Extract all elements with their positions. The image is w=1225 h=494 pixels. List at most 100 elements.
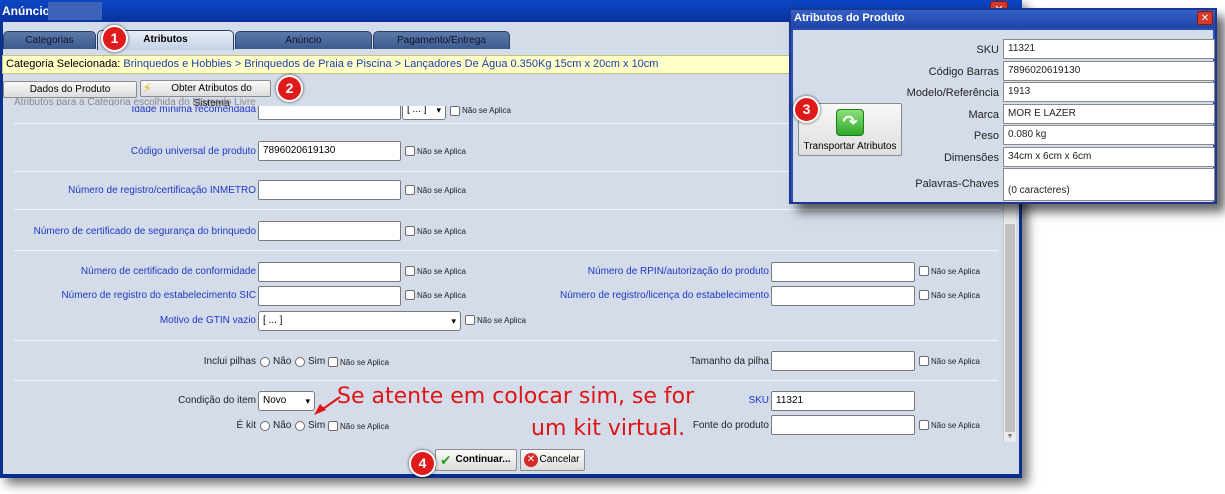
popup-palavras-input[interactable]: (0 caracteres) — [1003, 168, 1215, 201]
popup-palavras-label: Palavras-Chaves — [915, 178, 999, 190]
pilhas-label: Inclui pilhas — [203, 356, 256, 367]
licenca-na-checkbox[interactable] — [919, 290, 929, 300]
tab-pagamento[interactable]: Pagamento/Entrega — [373, 31, 510, 49]
condicao-label: Condição do item — [178, 395, 256, 406]
popup-marca-input[interactable]: MOR E LAZER — [1003, 104, 1215, 124]
close-icon[interactable]: ✕ — [1197, 11, 1213, 25]
pilhas-nao-label: Não — [273, 356, 292, 367]
obter-atributos-button[interactable]: ⚡ Obter Atributos do Sistema — [140, 80, 271, 109]
fonte-na-checkbox[interactable] — [919, 420, 929, 430]
chevron-down-icon: ▾ — [436, 106, 441, 115]
conformidade-label: Número de certificado de conformidade — [80, 266, 256, 277]
sku-input[interactable]: 11321 — [771, 391, 915, 411]
popup-peso-input[interactable]: 0.080 kg — [1003, 125, 1215, 145]
divider — [14, 380, 998, 381]
inmetro-label: Número de registro/certificação INMETRO — [68, 185, 256, 196]
popup-modelo-label: Modelo/Referência — [906, 87, 999, 99]
fonte-label: Fonte do produto — [692, 420, 769, 431]
na-label: Não se Aplica — [340, 422, 389, 431]
na-label: Não se Aplica — [417, 186, 466, 195]
tamanho-pilha-input[interactable] — [771, 351, 915, 371]
category-path[interactable]: Brinquedos e Hobbies > Brinquedos de Pra… — [123, 58, 658, 70]
annotation-line1: Se atente em colocar sim, se for — [337, 384, 695, 409]
licenca-input[interactable] — [771, 286, 915, 306]
popup-peso-label: Peso — [973, 130, 999, 142]
window-title: Anúncio: — [2, 4, 54, 18]
gtin-na-checkbox[interactable] — [465, 315, 475, 325]
step-badge-1: 1 — [101, 25, 128, 52]
tamanho-pilha-na-checkbox[interactable] — [919, 356, 929, 366]
popup-sku-input[interactable]: 11321 — [1003, 39, 1215, 59]
seguranca-na-checkbox[interactable] — [405, 226, 415, 236]
transportar-label: Transportar Atributos — [803, 141, 897, 152]
cancel-icon: ✕ — [524, 453, 538, 467]
pilhas-sim-radio[interactable] — [295, 357, 305, 367]
atributos-popup: Atributos do Produto ✕ SKU 11321 Código … — [789, 8, 1217, 204]
kit-nao-radio[interactable] — [260, 421, 270, 431]
popup-sku-label: SKU — [976, 44, 999, 56]
popup-dimensoes-label: Dimensões — [943, 152, 999, 164]
popup-dimensoes-input[interactable]: 34cm x 6cm x 6cm — [1003, 147, 1215, 167]
category-prefix: Categoria Selecionada: — [6, 58, 121, 70]
inmetro-input[interactable] — [258, 180, 401, 200]
na-label: Não se Aplica — [931, 357, 980, 366]
scroll-thumb[interactable] — [1005, 224, 1015, 432]
divider — [14, 250, 998, 251]
popup-modelo-input[interactable]: 1913 — [1003, 82, 1215, 102]
codigo-universal-input[interactable]: 7896020619130 — [258, 141, 401, 161]
fonte-input[interactable] — [771, 415, 915, 435]
popup-marca-label: Marca — [968, 109, 999, 121]
na-label: Não se Aplica — [417, 147, 466, 156]
transport-arrow-icon: ↷ — [836, 109, 864, 136]
kit-sim-label: Sim — [308, 420, 326, 431]
pilhas-na-checkbox[interactable] — [328, 357, 338, 367]
rpin-na-checkbox[interactable] — [919, 266, 929, 276]
na-label: Não se Aplica — [340, 358, 389, 367]
chevron-down-icon: ▾ — [451, 316, 456, 326]
seguranca-label: Número de certificado de segurança do br… — [33, 226, 256, 237]
popup-titlebar: Atributos do Produto ✕ — [791, 10, 1215, 28]
continuar-button[interactable]: ✔ Continuar... — [435, 449, 517, 471]
step-badge-3: 3 — [793, 96, 820, 123]
codigo-universal-na-checkbox[interactable] — [405, 146, 415, 156]
pilhas-nao-radio[interactable] — [260, 357, 270, 367]
na-label: Não se Aplica — [417, 291, 466, 300]
scroll-down-icon[interactable]: ▼ — [1005, 432, 1015, 442]
conformidade-input[interactable] — [258, 262, 401, 282]
dados-produto-button[interactable]: Dados do Produto — [3, 81, 137, 98]
idade-select[interactable]: [ ... ] ▾ — [402, 106, 446, 120]
popup-body: SKU 11321 Código Barras 7896020619130 Mo… — [793, 30, 1215, 202]
condicao-select[interactable]: Novo ▾ — [258, 391, 315, 411]
conformidade-na-checkbox[interactable] — [405, 266, 415, 276]
tab-categorias[interactable]: Categorias — [3, 31, 96, 49]
inmetro-na-checkbox[interactable] — [405, 185, 415, 195]
cancelar-button[interactable]: ✕ Cancelar — [520, 449, 585, 471]
step-badge-2: 2 — [276, 75, 303, 102]
rpin-label: Número de RPIN/autorização do produto — [587, 266, 769, 277]
sic-na-checkbox[interactable] — [405, 290, 415, 300]
condicao-select-value: Novo — [263, 395, 287, 406]
popup-barras-label: Código Barras — [928, 66, 999, 78]
sic-input[interactable] — [258, 286, 401, 306]
divider — [14, 340, 998, 341]
idade-na-checkbox[interactable] — [450, 106, 460, 116]
divider — [14, 209, 998, 210]
seguranca-input[interactable] — [258, 221, 401, 241]
idade-input[interactable] — [258, 106, 401, 120]
gtin-label: Motivo de GTIN vazio — [159, 315, 256, 326]
popup-barras-input[interactable]: 7896020619130 — [1003, 61, 1215, 81]
na-label: Não se Aplica — [477, 316, 526, 325]
gtin-select-value: [ ... ] — [263, 315, 283, 326]
na-label: Não se Aplica — [931, 267, 980, 276]
gtin-select[interactable]: [ ... ] ▾ — [258, 311, 461, 331]
kit-na-checkbox[interactable] — [328, 421, 338, 431]
na-label: Não se Aplica — [417, 267, 466, 276]
na-label: Não se Aplica — [931, 421, 980, 430]
lightning-icon: ⚡ — [143, 81, 152, 95]
tab-anuncio[interactable]: Anúncio — [235, 31, 372, 49]
rpin-input[interactable] — [771, 262, 915, 282]
arrow-head — [314, 404, 326, 415]
tamanho-pilha-label: Tamanho da pilha — [690, 356, 769, 367]
kit-sim-radio[interactable] — [295, 421, 305, 431]
sku-label: SKU — [748, 395, 769, 406]
